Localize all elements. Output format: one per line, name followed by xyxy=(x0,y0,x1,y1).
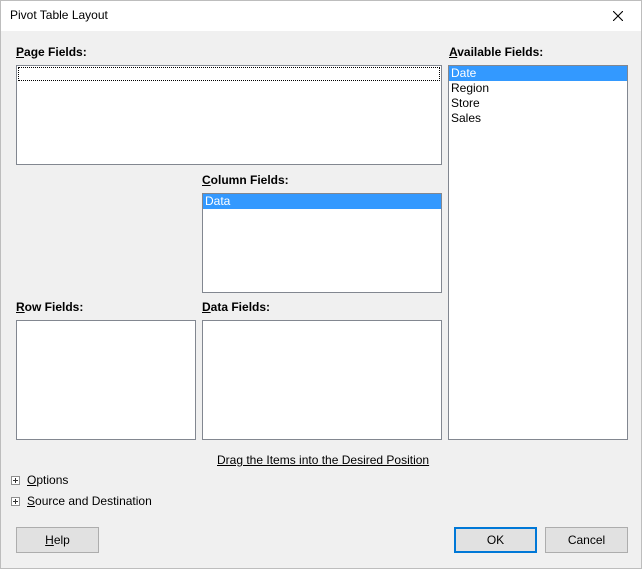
list-item[interactable]: Date xyxy=(449,66,627,81)
drag-hint: Drag the Items into the Desired Position xyxy=(217,453,430,467)
page-fields-label: Page Fields: xyxy=(16,45,87,59)
column-fields-list[interactable]: Data xyxy=(202,193,442,293)
options-expander[interactable]: Options xyxy=(11,472,68,488)
expand-icon xyxy=(11,496,20,506)
window-title: Pivot Table Layout xyxy=(10,8,108,22)
list-item[interactable]: Region xyxy=(449,81,627,96)
source-destination-expander[interactable]: Source and Destination xyxy=(11,493,152,509)
available-fields-list[interactable]: Date Region Store Sales xyxy=(448,65,628,440)
focus-row[interactable] xyxy=(18,67,440,81)
list-item[interactable]: Sales xyxy=(449,111,627,126)
column-fields-label: Column Fields: xyxy=(202,173,289,187)
help-button[interactable]: Help xyxy=(16,527,99,553)
title-bar: Pivot Table Layout xyxy=(1,1,641,31)
row-fields-label: Row Fields: xyxy=(16,300,84,314)
list-item[interactable]: Data xyxy=(203,194,441,209)
expand-icon xyxy=(11,475,20,485)
cancel-button[interactable]: Cancel xyxy=(545,527,628,553)
list-item[interactable]: Store xyxy=(449,96,627,111)
pivot-table-layout-dialog: Pivot Table Layout Page Fields: Availabl… xyxy=(0,0,642,569)
row-fields-list[interactable] xyxy=(16,320,196,440)
page-fields-list[interactable] xyxy=(16,65,442,165)
data-fields-label: Data Fields: xyxy=(202,300,271,314)
close-button[interactable] xyxy=(595,1,641,31)
ok-button[interactable]: OK xyxy=(454,527,537,553)
data-fields-list[interactable] xyxy=(202,320,442,440)
close-icon xyxy=(613,11,623,21)
available-fields-label: Available Fields: xyxy=(449,45,544,59)
